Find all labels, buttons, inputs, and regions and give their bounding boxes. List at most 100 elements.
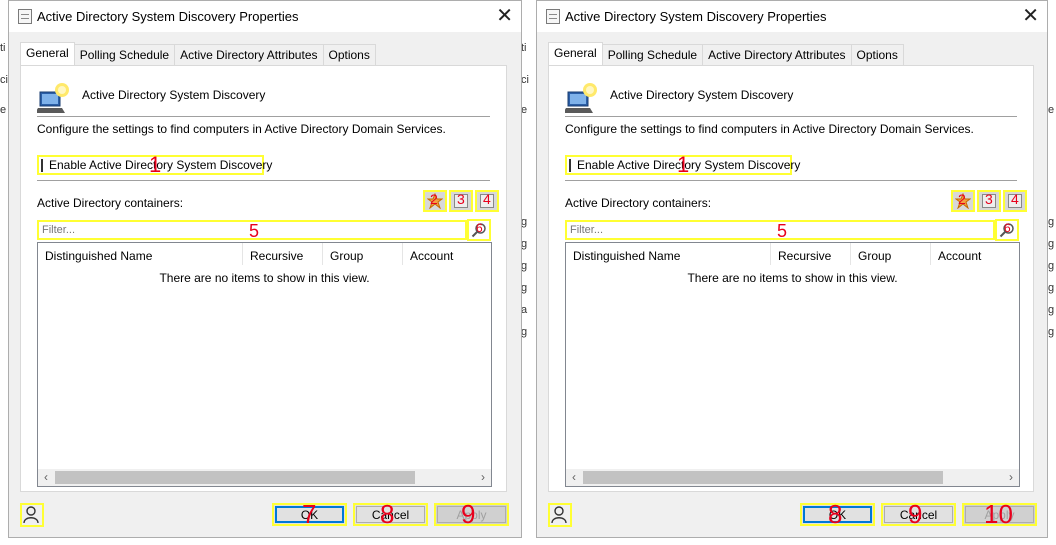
horizontal-scrollbar[interactable]: ‹ ›	[38, 469, 491, 486]
column-recursive[interactable]: Recursive	[771, 243, 851, 265]
title-bar[interactable]: Active Directory System Discovery Proper…	[9, 1, 521, 32]
cancel-button[interactable]: Cancel	[353, 503, 428, 526]
delete-container-button[interactable]	[475, 190, 499, 212]
user-icon	[23, 506, 39, 524]
divider	[565, 180, 1017, 181]
containers-label: Active Directory containers:	[565, 196, 712, 210]
tab-active-directory-attributes[interactable]: Active Directory Attributes	[174, 44, 324, 65]
apply-button[interactable]: Apply	[434, 503, 509, 526]
filter-input[interactable]	[37, 220, 467, 240]
empty-message: There are no items to show in this view.	[687, 271, 898, 285]
column-account[interactable]: Account	[931, 243, 1019, 265]
search-button[interactable]	[467, 219, 491, 241]
background-window-left: ti ci e	[0, 0, 8, 545]
bg-text: g	[1048, 282, 1055, 294]
bg-text: e	[0, 104, 7, 116]
edit-container-button[interactable]	[449, 190, 473, 212]
scroll-left-icon[interactable]: ‹	[38, 470, 54, 485]
column-account[interactable]: Account	[403, 243, 491, 265]
tab-options[interactable]: Options	[322, 44, 376, 65]
document-icon	[546, 9, 560, 24]
tab-strip: General Polling Schedule Active Director…	[548, 42, 904, 65]
starburst-icon	[955, 193, 971, 209]
bg-text: ci	[521, 74, 529, 86]
scroll-right-icon[interactable]: ›	[1003, 470, 1019, 485]
enable-discovery-checkbox[interactable]	[569, 158, 571, 172]
header-label: Active Directory System Discovery	[82, 88, 266, 102]
properties-icon	[982, 194, 996, 208]
horizontal-scrollbar[interactable]: ‹ ›	[566, 469, 1019, 486]
delete-icon	[480, 194, 494, 208]
bg-text: ci	[0, 74, 8, 86]
dialog-title: Active Directory System Discovery Proper…	[37, 9, 299, 24]
user-icon	[551, 506, 567, 524]
scroll-thumb[interactable]	[583, 471, 943, 484]
tab-polling-schedule[interactable]: Polling Schedule	[73, 44, 176, 65]
empty-message: There are no items to show in this view.	[159, 271, 370, 285]
tab-options[interactable]: Options	[850, 44, 904, 65]
list-header: Distinguished Name Recursive Group Accou…	[566, 243, 1019, 265]
properties-dialog: Active Directory System Discovery Proper…	[8, 0, 522, 538]
column-distinguished-name[interactable]: Distinguished Name	[38, 243, 243, 265]
properties-dialog: Active Directory System Discovery Proper…	[536, 0, 1048, 538]
user-help-button[interactable]	[20, 503, 44, 527]
cancel-label: Cancel	[371, 507, 410, 522]
new-container-button[interactable]	[423, 190, 447, 212]
tab-general[interactable]: General	[548, 42, 603, 65]
title-bar[interactable]: Active Directory System Discovery Proper…	[537, 1, 1047, 32]
scroll-left-icon[interactable]: ‹	[566, 470, 582, 485]
divider	[37, 180, 490, 181]
tab-general[interactable]: General	[20, 42, 75, 65]
apply-button[interactable]: Apply	[962, 503, 1037, 526]
enable-discovery-label: Enable Active Directory System Discovery	[577, 158, 801, 172]
cancel-label: Cancel	[899, 507, 938, 522]
scroll-thumb[interactable]	[55, 471, 415, 484]
column-group[interactable]: Group	[323, 243, 403, 265]
close-button[interactable]: ✕	[496, 4, 513, 28]
cancel-button[interactable]: Cancel	[881, 503, 956, 526]
bg-text: e	[1048, 104, 1055, 116]
divider	[37, 116, 490, 117]
bg-text: g	[1048, 304, 1055, 316]
description-text: Configure the settings to find computers…	[37, 122, 446, 136]
enable-discovery-checkbox-row[interactable]: Enable Active Directory System Discovery	[565, 155, 800, 175]
bg-text: g	[1048, 216, 1055, 228]
column-group[interactable]: Group	[851, 243, 931, 265]
tab-strip: General Polling Schedule Active Director…	[20, 42, 376, 65]
tab-polling-schedule[interactable]: Polling Schedule	[601, 44, 704, 65]
divider	[565, 116, 1017, 117]
delete-container-button[interactable]	[1003, 190, 1027, 212]
containers-label: Active Directory containers:	[37, 196, 184, 210]
bg-text: g	[1048, 260, 1055, 272]
ok-button[interactable]: OK	[800, 503, 875, 526]
containers-list[interactable]: Distinguished Name Recursive Group Accou…	[37, 242, 492, 487]
search-button[interactable]	[995, 219, 1019, 241]
filter-input[interactable]	[565, 220, 995, 240]
delete-icon	[1008, 194, 1022, 208]
edit-container-button[interactable]	[977, 190, 1001, 212]
close-button[interactable]: ✕	[1022, 4, 1039, 28]
ok-button[interactable]: OK	[272, 503, 347, 526]
ok-label: OK	[828, 507, 847, 522]
ad-computer-icon	[37, 83, 69, 113]
enable-discovery-label: Enable Active Directory System Discovery	[49, 158, 273, 172]
enable-discovery-checkbox[interactable]	[41, 158, 43, 172]
ad-computer-icon	[565, 83, 597, 113]
scroll-right-icon[interactable]: ›	[475, 470, 491, 485]
dialog-title: Active Directory System Discovery Proper…	[565, 9, 827, 24]
document-icon	[18, 9, 32, 24]
tab-active-directory-attributes[interactable]: Active Directory Attributes	[702, 44, 852, 65]
user-help-button[interactable]	[548, 503, 572, 527]
new-container-button[interactable]	[951, 190, 975, 212]
ok-label: OK	[300, 507, 319, 522]
header-label: Active Directory System Discovery	[610, 88, 794, 102]
background-window-right: e g g g g g g	[1047, 0, 1056, 545]
column-recursive[interactable]: Recursive	[243, 243, 323, 265]
column-distinguished-name[interactable]: Distinguished Name	[566, 243, 771, 265]
apply-label: Apply	[984, 507, 1015, 522]
enable-discovery-checkbox-row[interactable]: Enable Active Directory System Discovery	[37, 155, 272, 175]
containers-list[interactable]: Distinguished Name Recursive Group Accou…	[565, 242, 1020, 487]
magnifier-icon	[471, 223, 486, 238]
bg-text: ti	[0, 42, 6, 54]
magnifier-icon	[999, 223, 1014, 238]
